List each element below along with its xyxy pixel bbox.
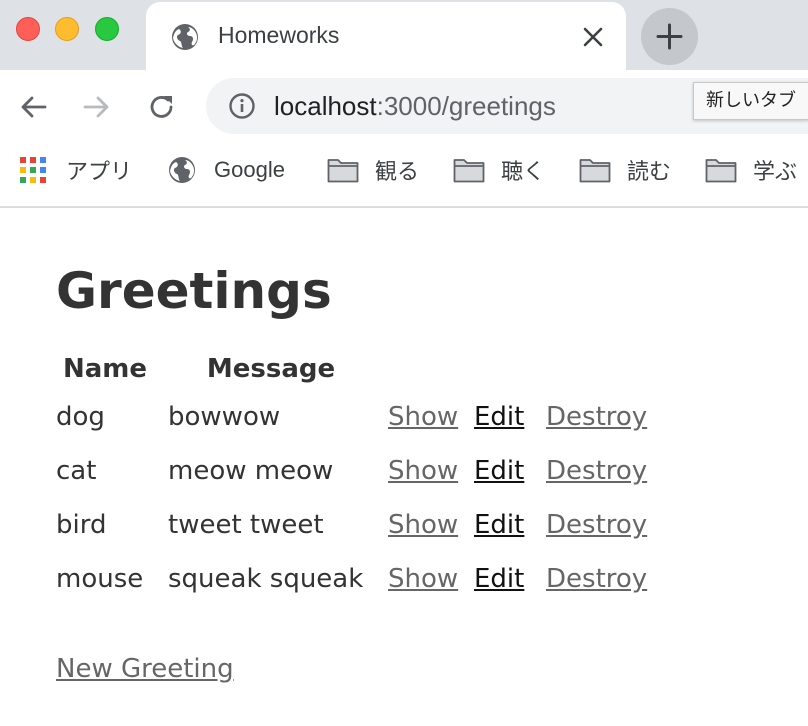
bookmarks-bar: アプリ Google 観る 聴く 読む 学ぶ — [0, 142, 808, 208]
destroy-link[interactable]: Destroy — [546, 402, 647, 432]
bookmark-folder-read[interactable]: 読む — [579, 154, 671, 186]
table-row: bird tweet tweet Show Edit Destroy — [56, 498, 650, 552]
destroy-link[interactable]: Destroy — [546, 456, 647, 486]
greetings-table: Name Message dog bowwow Show Edit Destro… — [42, 348, 664, 606]
bookmark-folder-watch[interactable]: 観る — [327, 154, 419, 186]
destroy-link[interactable]: Destroy — [546, 510, 647, 540]
column-header-actions — [388, 348, 650, 390]
cell-name: mouse — [56, 564, 144, 594]
show-link[interactable]: Show — [388, 564, 458, 594]
cell-message: squeak squeak — [168, 564, 364, 594]
table-header-row: Name Message — [56, 348, 650, 390]
globe-icon — [169, 157, 195, 183]
bookmark-label: 読む — [627, 159, 672, 184]
bookmark-label: Google — [214, 157, 285, 182]
column-header-message: Message — [206, 354, 336, 384]
edit-link[interactable]: Edit — [474, 564, 524, 594]
close-tab-icon[interactable] — [580, 24, 606, 50]
edit-link[interactable]: Edit — [474, 510, 524, 540]
browser-toolbar: localhost:3000/greetings — [0, 70, 808, 142]
cell-message: bowwow — [168, 402, 281, 432]
back-arrow-icon[interactable] — [18, 92, 48, 122]
minimize-window-button[interactable] — [55, 17, 79, 41]
destroy-link[interactable]: Destroy — [546, 564, 647, 594]
new-greeting-link[interactable]: New Greeting — [56, 654, 234, 684]
edit-link[interactable]: Edit — [474, 402, 524, 432]
maximize-window-button[interactable] — [95, 17, 119, 41]
cell-message: meow meow — [168, 456, 334, 486]
folder-icon — [453, 159, 485, 183]
url-path: :3000/greetings — [376, 91, 556, 121]
bookmark-label: アプリ — [66, 159, 133, 184]
cell-name: cat — [56, 456, 97, 486]
globe-icon — [172, 24, 198, 50]
table-row: mouse squeak squeak Show Edit Destroy — [56, 552, 650, 606]
table-row: dog bowwow Show Edit Destroy — [56, 390, 650, 444]
folder-icon — [327, 159, 359, 183]
url-text: localhost:3000/greetings — [274, 91, 556, 122]
show-link[interactable]: Show — [388, 402, 458, 432]
bookmark-folder-listen[interactable]: 聴く — [453, 154, 545, 186]
plus-icon — [656, 23, 683, 50]
cell-name: dog — [56, 402, 105, 432]
bookmark-label: 学ぶ — [753, 159, 798, 184]
edit-link[interactable]: Edit — [474, 456, 524, 486]
bookmark-folder-learn[interactable]: 学ぶ — [705, 154, 797, 186]
browser-tab[interactable]: Homeworks — [146, 2, 626, 70]
show-link[interactable]: Show — [388, 510, 458, 540]
bookmark-google[interactable]: Google — [167, 154, 285, 186]
bookmark-label: 観る — [375, 159, 420, 184]
tab-title: Homeworks — [218, 22, 340, 48]
cell-name: bird — [56, 510, 107, 540]
tab-strip: Homeworks — [0, 0, 808, 70]
folder-icon — [579, 159, 611, 183]
forward-arrow-icon[interactable] — [82, 92, 112, 122]
table-row: cat meow meow Show Edit Destroy — [56, 444, 650, 498]
column-header-name: Name — [62, 354, 148, 384]
reload-icon[interactable] — [147, 92, 177, 122]
bookmark-apps[interactable]: アプリ — [20, 154, 132, 186]
bookmark-label: 聴く — [501, 159, 546, 184]
info-icon[interactable] — [228, 92, 256, 120]
cell-message: tweet tweet — [168, 510, 324, 540]
close-window-button[interactable] — [16, 17, 40, 41]
folder-icon — [705, 159, 737, 183]
url-host: localhost — [274, 91, 377, 121]
show-link[interactable]: Show — [388, 456, 458, 486]
new-tab-button[interactable] — [641, 8, 698, 65]
page-title: Greetings — [56, 262, 332, 320]
new-tab-tooltip: 新しいタブ — [693, 82, 808, 120]
apps-grid-icon — [20, 157, 46, 183]
